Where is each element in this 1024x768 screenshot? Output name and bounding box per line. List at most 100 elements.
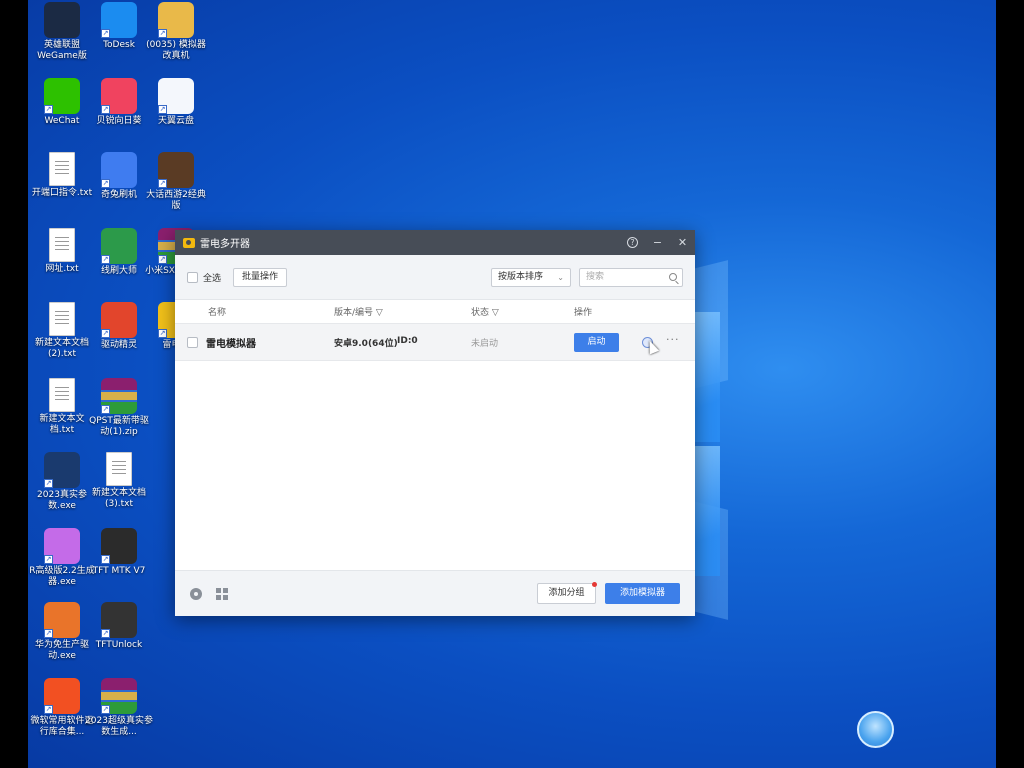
desktop-icon-label: TFTUnlock (95, 640, 143, 650)
desktop-icon-label: (0035) 模拟器改真机 (146, 40, 206, 61)
floating-assistant-icon[interactable] (857, 711, 894, 748)
desktop-icon[interactable]: ↗ QPST最新带驱动(1).zip (85, 378, 153, 438)
row-checkbox[interactable] (187, 337, 198, 348)
desktop-icon[interactable]: ↗ 2023超级真实参数生成... (85, 678, 153, 738)
shortcut-arrow-icon: ↗ (101, 629, 110, 638)
add-emulator-button[interactable]: 添加模拟器 (605, 583, 680, 604)
mouse-cursor-icon (644, 338, 660, 355)
exe-icon: ↗ (44, 452, 80, 488)
sort-dropdown-value: 按版本排序 (498, 271, 544, 282)
ldplayer-multi-window: 雷电多开器 ? − ✕ 全选 批量操作 按版本排序 ⌄ 搜索 名称 版本/编号 … (175, 230, 695, 616)
desktop-icon[interactable]: ↗ TFTUnlock (85, 602, 153, 651)
purple-app-icon: ↗ (44, 528, 80, 564)
sort-dropdown[interactable]: 按版本排序 ⌄ (491, 267, 571, 287)
column-name: 名称 (208, 308, 227, 318)
shortcut-arrow-icon: ↗ (101, 179, 110, 188)
shortcut-arrow-icon: ↗ (158, 255, 167, 264)
text-file-icon (49, 302, 75, 336)
shortcut-arrow-icon: ↗ (101, 105, 110, 114)
todesk-icon: ↗ (101, 2, 137, 38)
desktop-icon-label: 天翼云盘 (157, 116, 194, 126)
select-all-checkbox[interactable] (187, 271, 198, 283)
text-file-icon (49, 228, 75, 262)
driver-icon: ↗ (101, 302, 137, 338)
folder-icon: ↗ (158, 2, 194, 38)
toolbar: 全选 批量操作 按版本排序 ⌄ 搜索 (175, 255, 695, 300)
start-button[interactable]: 启动 (574, 333, 619, 352)
table-row[interactable]: 雷电模拟器 安卓9.0(64位) ID:0 未启动 启动 ··· (175, 324, 695, 361)
add-group-button[interactable]: 添加分组 (537, 582, 597, 604)
desktop-icon-label: 大话西游2经典版 (146, 190, 206, 211)
shortcut-arrow-icon: ↗ (101, 555, 110, 564)
shortcut-arrow-icon: ↗ (101, 29, 110, 38)
rabbit-icon: ↗ (101, 152, 137, 188)
search-placeholder: 搜索 (586, 271, 605, 282)
emulator-id: ID:0 (397, 336, 418, 346)
desktop-icon[interactable]: ↗ TFT MTK V7 (85, 528, 153, 577)
lol-icon (44, 2, 80, 38)
table-header: 名称 版本/编号 ▽ 状态 ▽ 操作 (175, 300, 695, 324)
wechat-icon: ↗ (44, 78, 80, 114)
emulator-status: 未启动 (471, 339, 499, 349)
archive-icon: ↗ (101, 378, 137, 414)
tft-icon: ↗ (101, 528, 137, 564)
ldplayer-logo-icon (183, 237, 195, 248)
desktop-icon-label: QPST最新带驱动(1).zip (89, 416, 149, 437)
text-file-icon (106, 452, 132, 486)
shortcut-arrow-icon: ↗ (44, 479, 53, 488)
tft-unlock-icon: ↗ (101, 602, 137, 638)
column-status-label: 状态 (471, 308, 490, 318)
settings-icon[interactable] (190, 588, 202, 600)
window-titlebar[interactable]: 雷电多开器 ? − ✕ (175, 230, 695, 255)
notification-dot (592, 582, 597, 587)
window-footer: 添加分组 添加模拟器 (175, 570, 695, 616)
minimize-icon: − (652, 236, 663, 249)
wallpaper-logo-pane (694, 312, 720, 442)
help-icon: ? (627, 237, 638, 248)
search-input[interactable]: 搜索 (579, 267, 683, 287)
filter-icon: ▽ (491, 308, 499, 318)
archive-icon: ↗ (101, 678, 137, 714)
shortcut-arrow-icon: ↗ (44, 555, 53, 564)
shortcut-arrow-icon: ↗ (158, 179, 167, 188)
desktop-icon-label: 2023超级真实参数生成... (85, 716, 153, 737)
chevron-down-icon: ⌄ (557, 272, 564, 282)
shortcut-arrow-icon: ↗ (101, 329, 110, 338)
text-file-icon (49, 152, 75, 186)
help-button[interactable]: ? (620, 230, 645, 255)
emulator-name: 雷电模拟器 (206, 339, 256, 350)
column-actions: 操作 (574, 308, 593, 318)
column-status[interactable]: 状态 ▽ (471, 305, 499, 318)
close-button[interactable]: ✕ (670, 230, 695, 255)
wallpaper-logo-pane (694, 446, 720, 576)
close-icon: ✕ (677, 236, 688, 249)
emulator-version: 安卓9.0(64位) (334, 339, 398, 349)
android-icon: ↗ (101, 228, 137, 264)
column-version-label: 版本/编号 (334, 308, 374, 318)
huawei-icon: ↗ (44, 602, 80, 638)
window-title: 雷电多开器 (200, 239, 250, 250)
desktop-icon[interactable]: ↗ 大话西游2经典版 (142, 152, 210, 212)
minimize-button[interactable]: − (645, 230, 670, 255)
shortcut-arrow-icon: ↗ (44, 705, 53, 714)
shortcut-arrow-icon: ↗ (158, 105, 167, 114)
sunlogin-icon: ↗ (101, 78, 137, 114)
batch-operations-button[interactable]: 批量操作 (233, 267, 288, 287)
desktop-icon[interactable]: 新建文本文档(3).txt (85, 452, 153, 510)
grid-view-icon[interactable] (216, 588, 228, 600)
more-options-icon[interactable]: ··· (666, 333, 680, 346)
column-version[interactable]: 版本/编号 ▽ (334, 305, 383, 318)
shortcut-arrow-icon: ↗ (101, 705, 110, 714)
shortcut-arrow-icon: ↗ (101, 405, 110, 414)
add-group-label: 添加分组 (548, 588, 585, 598)
cloud-icon: ↗ (158, 78, 194, 114)
shortcut-arrow-icon: ↗ (158, 29, 167, 38)
shortcut-arrow-icon: ↗ (158, 329, 167, 338)
desktop-icon[interactable]: ↗ (0035) 模拟器改真机 (142, 2, 210, 62)
windows-icon: ↗ (44, 678, 80, 714)
desktop-icon[interactable]: ↗ 天翼云盘 (142, 78, 210, 127)
select-all-label: 全选 (203, 273, 222, 284)
filter-icon: ▽ (375, 308, 383, 318)
shortcut-arrow-icon: ↗ (44, 105, 53, 114)
search-icon (669, 272, 677, 281)
